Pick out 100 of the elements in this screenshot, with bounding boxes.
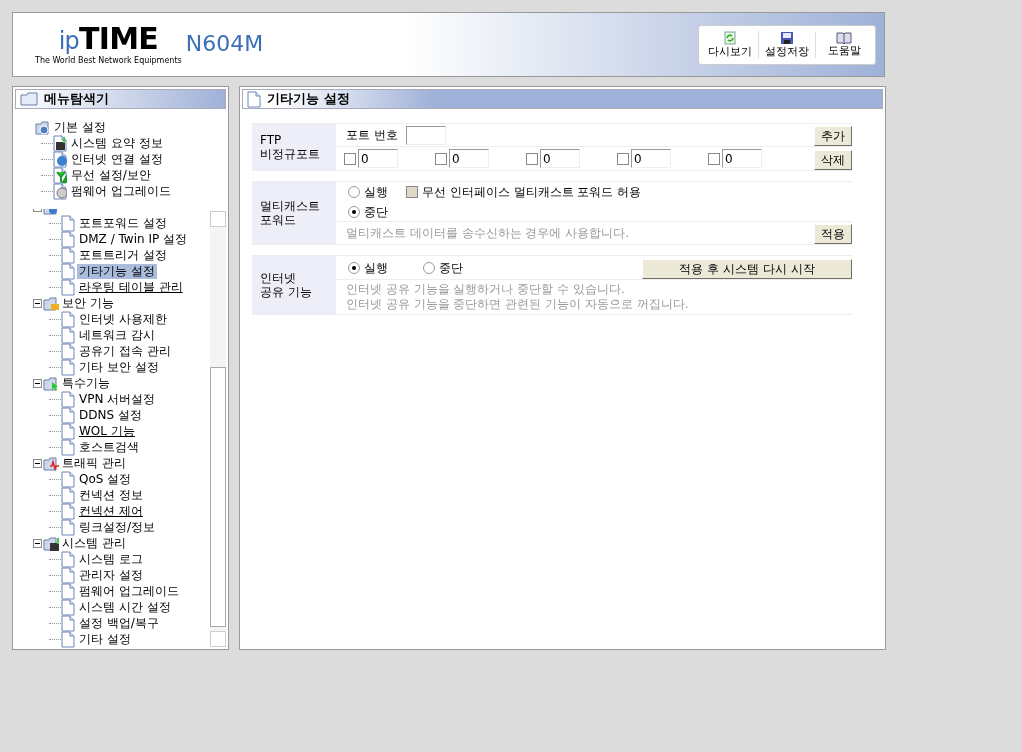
folder-icon xyxy=(43,454,61,472)
page-icon xyxy=(61,326,75,344)
toolbar-button[interactable]: 설정저장 xyxy=(759,30,815,59)
page-icon xyxy=(61,214,75,232)
checkbox[interactable] xyxy=(435,152,447,165)
sidebar-title: 메뉴탐색기 xyxy=(44,90,109,109)
scrollbar[interactable] xyxy=(210,211,226,647)
radio-button[interactable] xyxy=(348,261,360,274)
action-button[interactable]: 추가 xyxy=(814,126,852,146)
checkbox[interactable] xyxy=(708,152,720,165)
tree-item[interactable]: VPN 서버설정 xyxy=(77,391,158,407)
tree-item[interactable]: 무선 설정/보안 xyxy=(69,167,153,183)
tree-item[interactable]: 인터넷 연결 설정 xyxy=(69,151,165,167)
section-label: 멀티캐스트 xyxy=(260,199,321,213)
refresh-icon xyxy=(723,30,737,45)
tree-item[interactable]: 기타 설정 xyxy=(77,631,133,647)
collapse-toggle[interactable] xyxy=(33,378,42,388)
radio-label: 실행 xyxy=(364,259,388,277)
radio-button[interactable] xyxy=(423,261,435,274)
tree-group[interactable]: 트래픽 관리 xyxy=(62,454,126,472)
tree-item[interactable]: 포트포워드 설정 xyxy=(77,215,169,231)
tree-item[interactable]: 라우팅 테이블 관리 xyxy=(77,279,185,295)
hint-text: 인터넷 공유 기능을 실행하거나 중단할 수 있습니다. xyxy=(346,282,626,297)
tree-item[interactable]: 시스템 시간 설정 xyxy=(77,599,173,615)
page-icon xyxy=(61,566,75,584)
section-label: 포워드 xyxy=(260,213,297,227)
checkbox[interactable] xyxy=(617,152,629,165)
page-icon xyxy=(61,278,75,296)
collapse-toggle[interactable] xyxy=(33,298,42,308)
page-icon xyxy=(61,470,75,488)
tree-group[interactable]: 특수기능 xyxy=(62,374,110,392)
page-icon xyxy=(53,182,67,200)
page-icon xyxy=(61,582,75,600)
port-field[interactable]: 0 xyxy=(540,149,580,168)
port-field[interactable] xyxy=(405,125,446,145)
action-button[interactable]: 적용 후 시스템 다시 시작 xyxy=(642,258,852,279)
section-label: 인터넷 xyxy=(260,271,297,285)
page-icon xyxy=(61,246,75,264)
tree-item[interactable]: 기타 보안 설정 xyxy=(77,359,161,375)
checkbox[interactable] xyxy=(344,152,356,165)
tree-item[interactable]: 공유기 접속 관리 xyxy=(77,343,173,359)
tree-item[interactable]: 컨넥션 제어 xyxy=(77,503,145,519)
section-label: FTP xyxy=(260,133,283,147)
page-icon xyxy=(61,342,75,360)
tree-item[interactable]: 컨넥션 정보 xyxy=(77,487,145,503)
logo: ipTIME xyxy=(58,24,159,56)
page-icon xyxy=(61,614,75,632)
port-field[interactable]: 0 xyxy=(449,149,489,168)
tree-item[interactable]: 기타기능 설정 xyxy=(77,263,157,279)
folder-icon xyxy=(43,534,61,552)
radio-button[interactable] xyxy=(348,186,360,198)
port-field[interactable]: 0 xyxy=(631,149,671,168)
checkbox-label: 무선 인터페이스 멀티캐스트 포워드 허용 xyxy=(422,184,642,201)
book-icon xyxy=(836,31,852,44)
field-label: 포트 번호 xyxy=(346,127,398,144)
tree-group[interactable]: 보안 기능 xyxy=(62,294,114,312)
tree-item[interactable]: 시스템 요약 정보 xyxy=(69,135,165,151)
tree-item[interactable]: 펌웨어 업그레이드 xyxy=(77,583,181,599)
action-button[interactable]: 삭제 xyxy=(814,149,852,170)
page-icon xyxy=(53,166,67,184)
tree-item[interactable]: 관리자 설정 xyxy=(77,567,145,583)
hint-text: 멀티캐스트 데이터를 송수신하는 경우에 사용합니다. xyxy=(346,225,630,242)
tree-item[interactable]: 펌웨어 업그레이드 xyxy=(69,183,173,199)
tree-group[interactable]: 시스템 관리 xyxy=(62,534,126,552)
tree-item[interactable]: 시스템 로그 xyxy=(77,551,145,567)
page-title: 기타기능 설정 xyxy=(267,90,350,109)
toolbar-button[interactable]: 도움말 xyxy=(816,31,872,58)
page-icon xyxy=(61,438,75,456)
page-icon xyxy=(61,422,75,440)
radio-label: 중단 xyxy=(364,203,388,221)
port-field[interactable]: 0 xyxy=(722,149,762,168)
toolbar-button[interactable]: 다시보기 xyxy=(702,30,758,59)
port-field[interactable]: 0 xyxy=(358,149,398,168)
tree-item[interactable]: DDNS 설정 xyxy=(77,407,144,423)
collapse-toggle[interactable] xyxy=(33,538,42,548)
tree-item[interactable]: 링크설정/정보 xyxy=(77,519,158,535)
tree-item[interactable]: 포트트리거 설정 xyxy=(77,247,169,263)
page-icon xyxy=(61,598,75,616)
page-icon xyxy=(53,134,67,152)
radio-button[interactable] xyxy=(348,205,360,218)
page-icon xyxy=(61,518,75,536)
tree-item[interactable]: 인터넷 사용제한 xyxy=(77,311,169,327)
page-icon xyxy=(61,358,75,376)
checkbox[interactable] xyxy=(526,152,538,165)
tree-item[interactable]: 호스트검색 xyxy=(77,439,141,455)
model-name: N604M xyxy=(185,30,264,58)
page-icon xyxy=(61,310,75,328)
tree-item[interactable]: 설정 백업/복구 xyxy=(77,615,161,631)
tree-group[interactable]: 기본 설정 xyxy=(54,118,106,136)
collapse-toggle[interactable] xyxy=(33,458,42,468)
tree-item[interactable]: 네트워크 감시 xyxy=(77,327,157,343)
tree-item[interactable]: DMZ / Twin IP 설정 xyxy=(77,231,189,247)
page-icon xyxy=(61,486,75,504)
tree-item[interactable]: QoS 설정 xyxy=(77,471,134,487)
tagline: The World Best Network Equipments xyxy=(35,56,182,65)
folder-icon xyxy=(43,294,61,312)
hint-text: 인터넷 공유 기능을 중단하면 관련된 기능이 자동으로 꺼집니다. xyxy=(346,297,690,312)
page-icon xyxy=(61,230,75,248)
action-button[interactable]: 적용 xyxy=(814,224,852,244)
tree-item[interactable]: WOL 기능 xyxy=(77,423,137,439)
